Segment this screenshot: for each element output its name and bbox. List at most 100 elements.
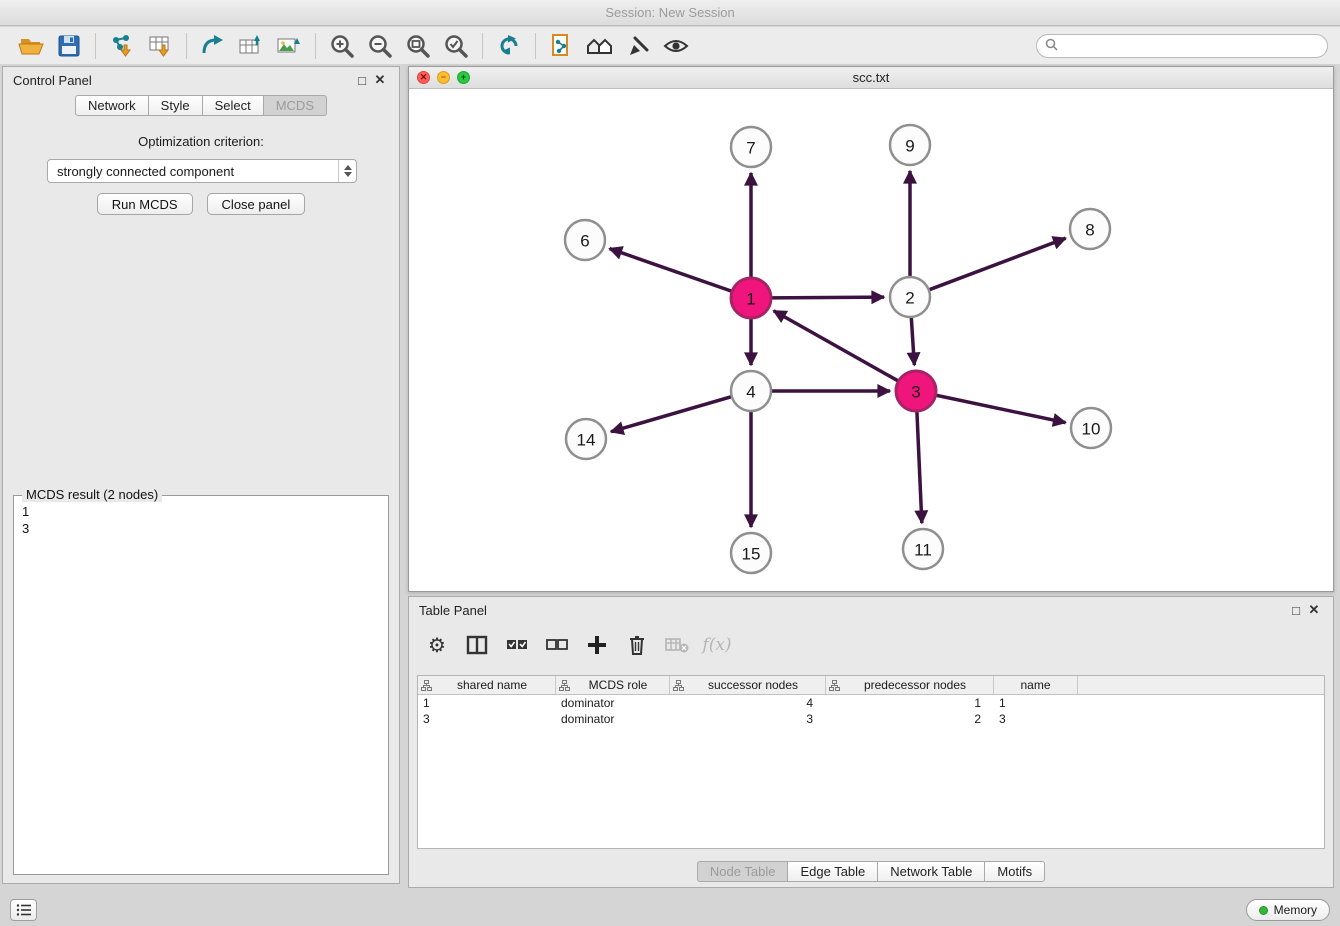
tab-style[interactable]: Style: [148, 95, 203, 116]
graph-node[interactable]: 9: [890, 125, 930, 165]
import-network-icon[interactable]: [103, 30, 141, 62]
import-table-icon[interactable]: [141, 30, 179, 62]
graph-edge[interactable]: [771, 297, 884, 298]
zoom-selected-icon[interactable]: [437, 30, 475, 62]
column-header-name[interactable]: name: [994, 676, 1078, 694]
tab-network[interactable]: Network: [75, 95, 149, 116]
tab-edge-table[interactable]: Edge Table: [787, 861, 878, 882]
float-panel-icon[interactable]: □: [353, 71, 371, 89]
maximize-window-icon[interactable]: +: [457, 71, 470, 84]
refresh-icon[interactable]: [490, 30, 528, 62]
column-header-shared-name[interactable]: shared name: [418, 676, 556, 694]
zoom-fit-icon[interactable]: [399, 30, 437, 62]
mcds-result-lines[interactable]: 13: [14, 496, 388, 544]
control-panel-tabs: Network Style Select MCDS: [3, 95, 399, 116]
svg-text:11: 11: [914, 541, 932, 560]
dropdown-selected-value: strongly connected component: [57, 164, 234, 179]
column-header-successor-nodes[interactable]: successor nodes: [670, 676, 826, 694]
memory-button[interactable]: Memory: [1246, 899, 1330, 921]
network-window-titlebar[interactable]: scc.txt: [409, 67, 1333, 89]
open-session-icon[interactable]: [12, 30, 50, 62]
svg-text:8: 8: [1085, 221, 1094, 240]
graph-node[interactable]: 6: [565, 220, 605, 260]
show-hide-icon[interactable]: [657, 30, 695, 62]
graph-node[interactable]: 4: [731, 371, 771, 411]
network-document-icon[interactable]: [543, 30, 581, 62]
toolbar-separator: [535, 33, 536, 59]
optimization-criterion-select[interactable]: strongly connected component: [47, 159, 357, 183]
graph-edge[interactable]: [929, 238, 1066, 290]
minimize-window-icon[interactable]: −: [437, 71, 450, 84]
run-mcds-button[interactable]: Run MCDS: [97, 193, 193, 215]
zoom-out-icon[interactable]: [361, 30, 399, 62]
search-input[interactable]: [1063, 39, 1319, 53]
annotation-icon[interactable]: [619, 30, 657, 62]
table-cell: 3: [994, 712, 1078, 726]
network-graph[interactable]: 1 2 3 4 6 7 8 9 10 11 14 15: [409, 67, 1335, 593]
tab-select[interactable]: Select: [202, 95, 264, 116]
close-panel-icon[interactable]: ✕: [371, 71, 389, 89]
gear-icon[interactable]: ⚙: [423, 631, 451, 659]
svg-text:3: 3: [911, 383, 920, 402]
graph-edge[interactable]: [911, 317, 914, 365]
task-history-button[interactable]: [10, 899, 37, 921]
column-sort-icon: [829, 680, 840, 691]
column-header-mcds-role[interactable]: MCDS role: [556, 676, 670, 694]
graph-node[interactable]: 2: [890, 277, 930, 317]
columns-icon[interactable]: [463, 631, 491, 659]
export-network-icon[interactable]: [194, 30, 232, 62]
tab-motifs[interactable]: Motifs: [984, 861, 1045, 882]
graph-node[interactable]: 10: [1071, 408, 1111, 448]
export-image-icon[interactable]: [270, 30, 308, 62]
network-window-title: scc.txt: [853, 70, 890, 85]
tab-node-table[interactable]: Node Table: [697, 861, 789, 882]
close-window-icon[interactable]: ✕: [417, 71, 430, 84]
select-all-icon[interactable]: [503, 631, 531, 659]
node-table-body: 1dominator4113dominator323: [418, 695, 1324, 727]
first-neighbors-icon[interactable]: [581, 30, 619, 62]
graph-node[interactable]: 14: [566, 419, 606, 459]
table-row[interactable]: 3dominator323: [418, 711, 1324, 727]
delete-icon[interactable]: [623, 631, 651, 659]
close-panel-button[interactable]: Close panel: [207, 193, 306, 215]
node-table: shared name MCDS role successor nodes pr…: [417, 675, 1325, 849]
column-sort-icon: [559, 680, 570, 691]
search-icon: [1045, 38, 1058, 54]
table-panel-header: Table Panel □ ✕: [409, 597, 1333, 623]
export-table-icon[interactable]: [232, 30, 270, 62]
graph-edge[interactable]: [936, 395, 1066, 422]
graph-node[interactable]: 1: [731, 278, 771, 318]
graph-edge[interactable]: [774, 311, 899, 381]
graph-node[interactable]: 7: [731, 127, 771, 167]
svg-text:1: 1: [746, 290, 755, 309]
unselect-all-icon[interactable]: [543, 631, 571, 659]
node-table-header: shared name MCDS role successor nodes pr…: [418, 676, 1324, 695]
graph-node[interactable]: 8: [1070, 209, 1110, 249]
tab-network-table[interactable]: Network Table: [877, 861, 985, 882]
graph-edge[interactable]: [611, 397, 732, 432]
svg-text:2: 2: [905, 289, 914, 308]
tab-mcds[interactable]: MCDS: [263, 95, 327, 116]
float-table-panel-icon[interactable]: □: [1287, 601, 1305, 619]
column-header-predecessor-nodes[interactable]: predecessor nodes: [826, 676, 994, 694]
search-box[interactable]: [1036, 34, 1328, 58]
zoom-in-icon[interactable]: [323, 30, 361, 62]
list-icon: [16, 903, 32, 917]
add-icon[interactable]: [583, 631, 611, 659]
graph-edge[interactable]: [917, 411, 922, 523]
app-titlebar: Session: New Session: [0, 0, 1340, 26]
save-session-icon[interactable]: [50, 30, 88, 62]
table-panel: Table Panel □ ✕ ⚙ f(x) shared name: [408, 596, 1334, 888]
graph-node[interactable]: 3: [896, 371, 936, 411]
graph-edge[interactable]: [610, 249, 733, 292]
column-sort-icon: [421, 680, 432, 691]
table-row[interactable]: 1dominator411: [418, 695, 1324, 711]
table-cell: 1: [994, 696, 1078, 710]
graph-node[interactable]: 11: [903, 529, 943, 569]
dropdown-stepper-icon: [338, 160, 356, 182]
mcds-result-title: MCDS result (2 nodes): [22, 487, 162, 502]
table-tabs: Node Table Edge Table Network Table Moti…: [409, 861, 1333, 882]
graph-node[interactable]: 15: [731, 533, 771, 573]
toolbar-separator: [482, 33, 483, 59]
close-table-panel-icon[interactable]: ✕: [1305, 601, 1323, 619]
